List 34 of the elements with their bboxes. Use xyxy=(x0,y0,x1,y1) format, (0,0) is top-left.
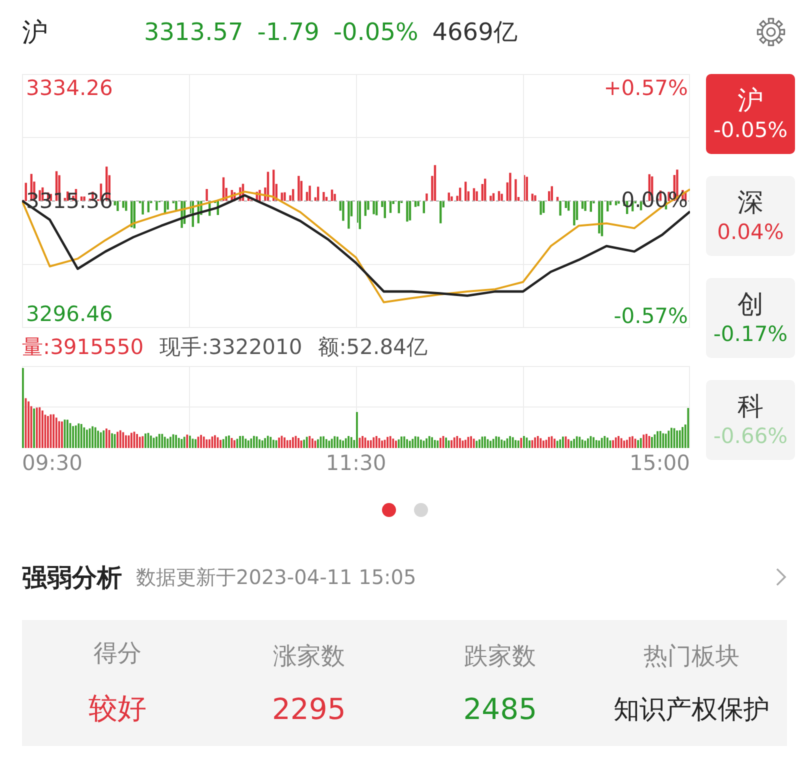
axis-label: 3315.36 xyxy=(26,188,113,213)
stat-value: 2295 xyxy=(272,692,346,726)
index-price: 3313.57 xyxy=(144,18,244,46)
axis-label: 3334.26 xyxy=(26,76,113,100)
page-dot[interactable] xyxy=(382,503,396,517)
percent-label: +0.57% xyxy=(604,76,688,100)
price-change: -1.79 xyxy=(257,18,320,46)
stat-label: 跌家数 xyxy=(464,641,536,672)
update-time: 数据更新于2023-04-11 15:05 xyxy=(136,564,416,590)
chevron-right-icon[interactable] xyxy=(775,567,787,587)
percent-label: -0.57% xyxy=(614,304,688,328)
page-dot[interactable] xyxy=(414,503,428,517)
time-label: 11:30 xyxy=(326,451,386,475)
volume-stat: 量:3915550 xyxy=(22,334,144,361)
turnover: 4669亿 xyxy=(432,17,518,48)
index-name: 沪 xyxy=(22,16,49,50)
settings-icon[interactable] xyxy=(755,16,787,48)
time-label: 09:30 xyxy=(22,451,83,475)
stat-value: 2485 xyxy=(463,692,538,726)
stat-value: 较好 xyxy=(88,690,147,727)
index-tab[interactable]: 沪 -0.05% xyxy=(706,74,795,154)
stat-label: 得分 xyxy=(94,638,142,669)
percent-change: -0.05% xyxy=(333,18,418,46)
index-tab[interactable]: 科 -0.66% xyxy=(706,380,795,460)
stat-label: 涨家数 xyxy=(272,641,345,672)
index-tab[interactable]: 创 -0.17% xyxy=(706,278,795,358)
time-label: 15:00 xyxy=(629,451,690,475)
index-tab[interactable]: 深 0.04% xyxy=(706,176,795,256)
stat-label: 热门板块 xyxy=(643,640,740,672)
volume-stat: 额:52.84亿 xyxy=(318,334,428,361)
axis-label: 3296.46 xyxy=(26,302,113,326)
section-title: 强弱分析 xyxy=(22,562,122,594)
volume-stat: 现手:3322010 xyxy=(160,334,302,361)
stat-value: 知识产权保护 xyxy=(613,694,770,726)
